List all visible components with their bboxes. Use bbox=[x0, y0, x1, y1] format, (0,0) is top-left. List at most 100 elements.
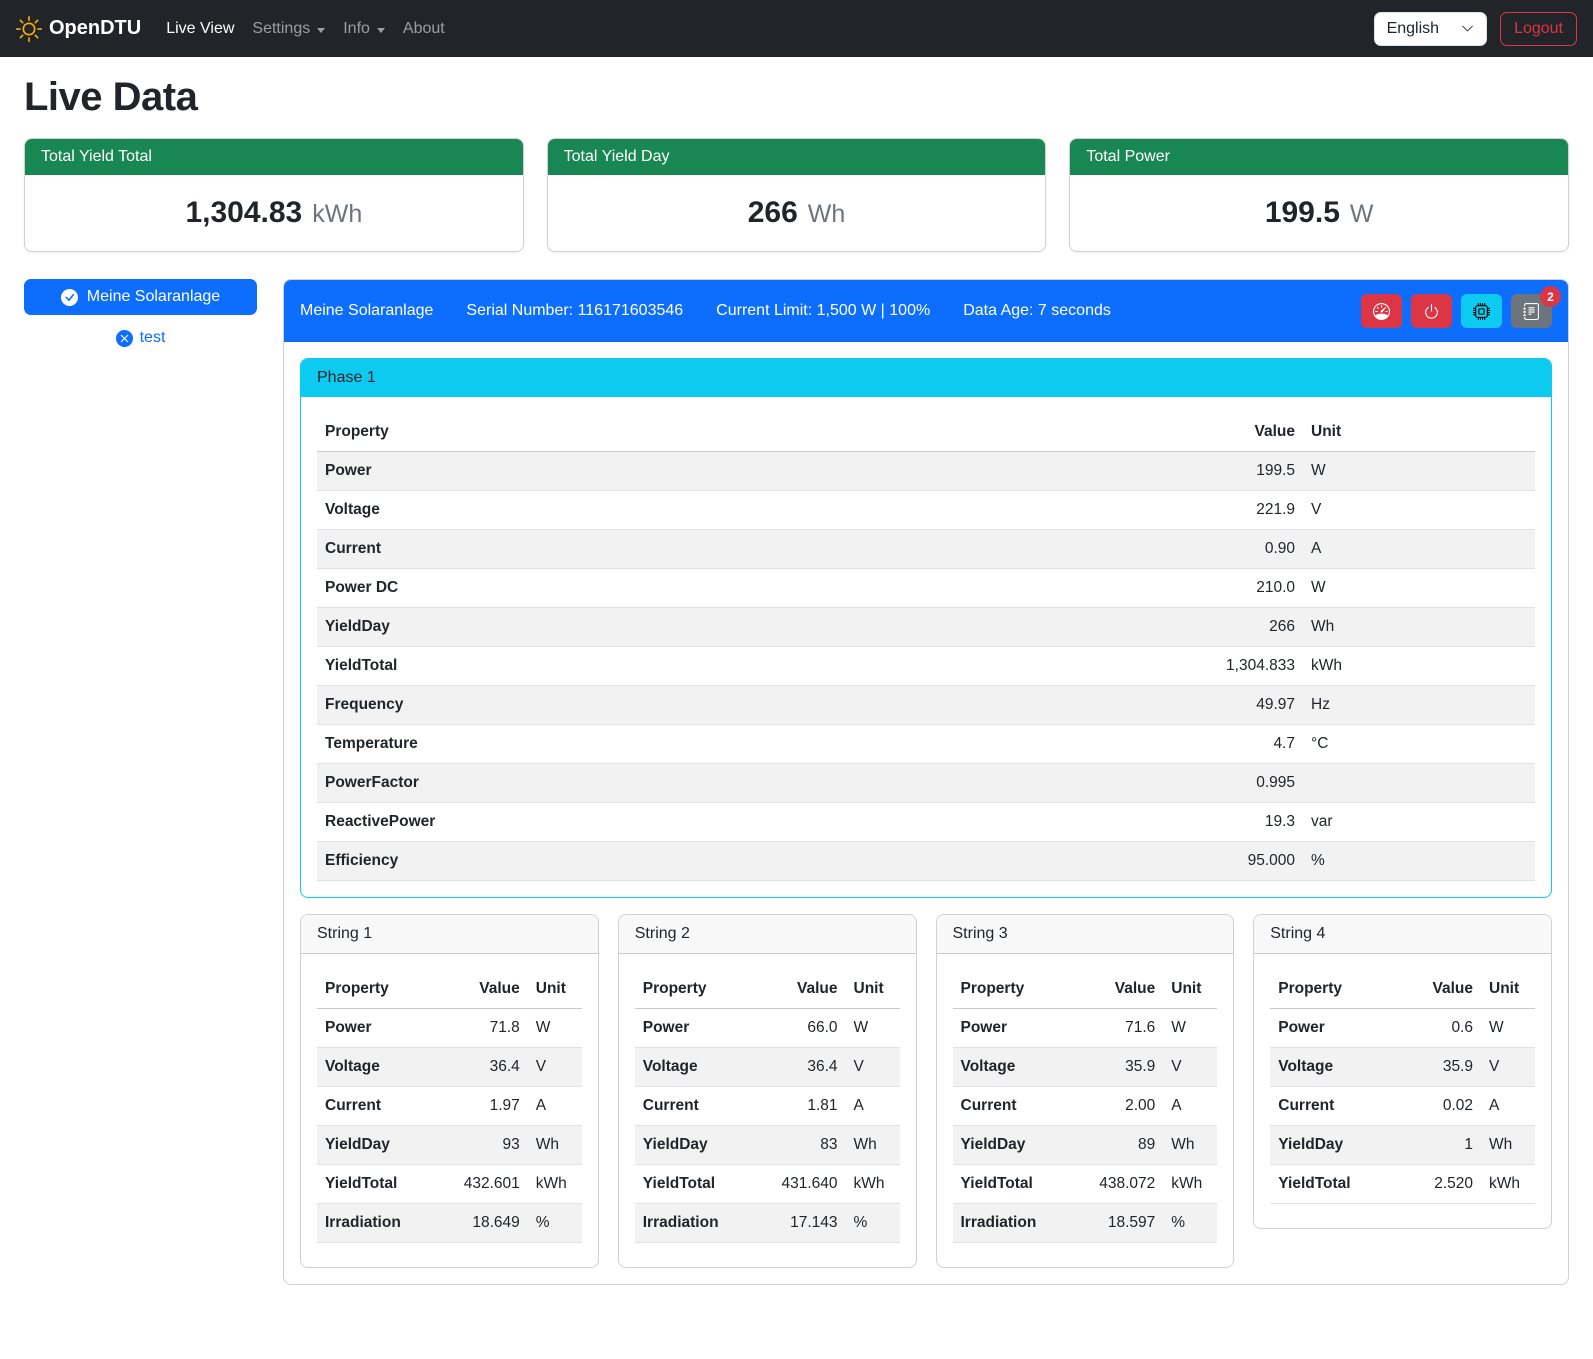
inverter-header: Meine Solaranlage Serial Number: 1161716… bbox=[284, 280, 1568, 342]
property-cell: Voltage bbox=[953, 1048, 1072, 1087]
property-cell: YieldTotal bbox=[635, 1165, 754, 1204]
unit-cell: var bbox=[1303, 803, 1535, 842]
column-header-unit: Unit bbox=[1481, 970, 1535, 1009]
property-cell: YieldTotal bbox=[317, 647, 1183, 686]
table-header-row: PropertyValueUnit bbox=[317, 413, 1535, 452]
string-card-title: String 2 bbox=[619, 915, 916, 954]
string-table: PropertyValueUnitPower0.6WVoltage35.9VCu… bbox=[1270, 970, 1535, 1204]
string-card-title: String 3 bbox=[937, 915, 1234, 954]
unit-cell: W bbox=[1303, 452, 1535, 491]
string-card-title: String 1 bbox=[301, 915, 598, 954]
chevron-down-icon bbox=[1461, 22, 1474, 35]
nav-item-info[interactable]: Info bbox=[334, 12, 394, 46]
value-cell: 1.81 bbox=[754, 1087, 846, 1126]
table-row: Current2.00A bbox=[953, 1087, 1218, 1126]
column-header-value: Value bbox=[436, 970, 528, 1009]
summary-card-value: 199.5 bbox=[1265, 196, 1340, 230]
table-row: Power DC210.0W bbox=[317, 569, 1535, 608]
brand[interactable]: OpenDTU bbox=[16, 16, 141, 42]
cpu-icon bbox=[1473, 303, 1490, 320]
value-cell: 0.02 bbox=[1389, 1087, 1481, 1126]
property-cell: YieldTotal bbox=[317, 1165, 436, 1204]
unit-cell: V bbox=[1163, 1048, 1217, 1087]
unit-cell: W bbox=[1163, 1009, 1217, 1048]
table-row: Current0.90A bbox=[317, 530, 1535, 569]
value-cell: 89 bbox=[1071, 1126, 1163, 1165]
property-cell: Power bbox=[317, 452, 1183, 491]
nav-item-settings[interactable]: Settings bbox=[243, 12, 334, 46]
table-row: Power199.5W bbox=[317, 452, 1535, 491]
unit-cell: W bbox=[1303, 569, 1535, 608]
summary-row: Total Yield Total1,304.83kWhTotal Yield … bbox=[24, 138, 1569, 252]
column-header-unit: Unit bbox=[1163, 970, 1217, 1009]
inverter-select-link-test[interactable]: test bbox=[24, 329, 257, 347]
event-log-button[interactable]: 2 bbox=[1511, 294, 1552, 328]
device-info-button[interactable] bbox=[1461, 294, 1502, 328]
summary-card-title: Total Yield Total bbox=[25, 139, 523, 175]
column-header-value: Value bbox=[1071, 970, 1163, 1009]
logout-button[interactable]: Logout bbox=[1500, 12, 1577, 46]
table-row: Voltage221.9V bbox=[317, 491, 1535, 530]
value-cell: 1.97 bbox=[436, 1087, 528, 1126]
language-select[interactable]: English bbox=[1374, 12, 1487, 46]
check-circle-icon bbox=[61, 289, 78, 306]
table-row: YieldTotal2.520kWh bbox=[1270, 1165, 1535, 1204]
table-row: Voltage35.9V bbox=[953, 1048, 1218, 1087]
string-card-string-4: String 4PropertyValueUnitPower0.6WVoltag… bbox=[1253, 914, 1552, 1229]
unit-cell: % bbox=[1303, 842, 1535, 881]
table-body: Power199.5WVoltage221.9VCurrent0.90APowe… bbox=[317, 452, 1535, 881]
column-header-property: Property bbox=[317, 970, 436, 1009]
unit-cell: kWh bbox=[1481, 1165, 1535, 1204]
table-header-row: PropertyValueUnit bbox=[1270, 970, 1535, 1009]
unit-cell: W bbox=[846, 1009, 900, 1048]
unit-cell: % bbox=[1163, 1204, 1217, 1243]
nav-item-about[interactable]: About bbox=[394, 12, 454, 46]
phase-card-body: PropertyValueUnitPower199.5WVoltage221.9… bbox=[301, 397, 1551, 897]
value-cell: 1 bbox=[1389, 1126, 1481, 1165]
table-row: Voltage36.4V bbox=[317, 1048, 582, 1087]
table-row: Frequency49.97Hz bbox=[317, 686, 1535, 725]
unit-cell: Wh bbox=[1303, 608, 1535, 647]
event-count-badge: 2 bbox=[1540, 286, 1561, 307]
table-body: Power66.0WVoltage36.4VCurrent1.81AYieldD… bbox=[635, 1009, 900, 1243]
string-card-string-1: String 1PropertyValueUnitPower71.8WVolta… bbox=[300, 914, 599, 1268]
unit-cell: % bbox=[846, 1204, 900, 1243]
property-cell: Current bbox=[1270, 1087, 1389, 1126]
inverter-card: Meine Solaranlage Serial Number: 1161716… bbox=[283, 279, 1569, 1285]
value-cell: 18.649 bbox=[436, 1204, 528, 1243]
strings-row: String 1PropertyValueUnitPower71.8WVolta… bbox=[300, 914, 1552, 1268]
property-cell: Temperature bbox=[317, 725, 1183, 764]
column-header-property: Property bbox=[1270, 970, 1389, 1009]
property-cell: Power bbox=[317, 1009, 436, 1048]
unit-cell: % bbox=[528, 1204, 582, 1243]
nav-item-live-view[interactable]: Live View bbox=[157, 12, 243, 46]
column-header-unit: Unit bbox=[1303, 413, 1535, 452]
value-cell: 431.640 bbox=[754, 1165, 846, 1204]
property-cell: PowerFactor bbox=[317, 764, 1183, 803]
nav-item-label: Live View bbox=[166, 20, 234, 38]
value-cell: 438.072 bbox=[1071, 1165, 1163, 1204]
column-header-unit: Unit bbox=[528, 970, 582, 1009]
unit-cell: Wh bbox=[1481, 1126, 1535, 1165]
summary-card-body: 266Wh bbox=[548, 175, 1046, 251]
speedometer-icon bbox=[1373, 303, 1390, 320]
unit-cell: kWh bbox=[1303, 647, 1535, 686]
top-navbar: OpenDTU Live View SettingsInfo About Engli… bbox=[0, 0, 1593, 57]
table-head: PropertyValueUnit bbox=[635, 970, 900, 1009]
limit-settings-button[interactable] bbox=[1361, 294, 1402, 328]
value-cell: 71.8 bbox=[436, 1009, 528, 1048]
nav-item-label: About bbox=[403, 20, 445, 38]
inverter-actions: 2 bbox=[1361, 294, 1552, 328]
column-header-property: Property bbox=[953, 970, 1072, 1009]
value-cell: 0.995 bbox=[1183, 764, 1303, 803]
table-head: PropertyValueUnit bbox=[317, 970, 582, 1009]
table-row: YieldDay89Wh bbox=[953, 1126, 1218, 1165]
property-cell: YieldTotal bbox=[1270, 1165, 1389, 1204]
string-table: PropertyValueUnitPower71.6WVoltage35.9VC… bbox=[953, 970, 1218, 1243]
table-row: Power71.6W bbox=[953, 1009, 1218, 1048]
power-toggle-button[interactable] bbox=[1411, 294, 1452, 328]
inverter-serial: Serial Number: 116171603546 bbox=[466, 302, 683, 320]
phase-card-title: Phase 1 bbox=[301, 359, 1551, 397]
table-row: Irradiation17.143% bbox=[635, 1204, 900, 1243]
inverter-select-button-meine-solaranlage[interactable]: Meine Solaranlage bbox=[24, 279, 257, 315]
